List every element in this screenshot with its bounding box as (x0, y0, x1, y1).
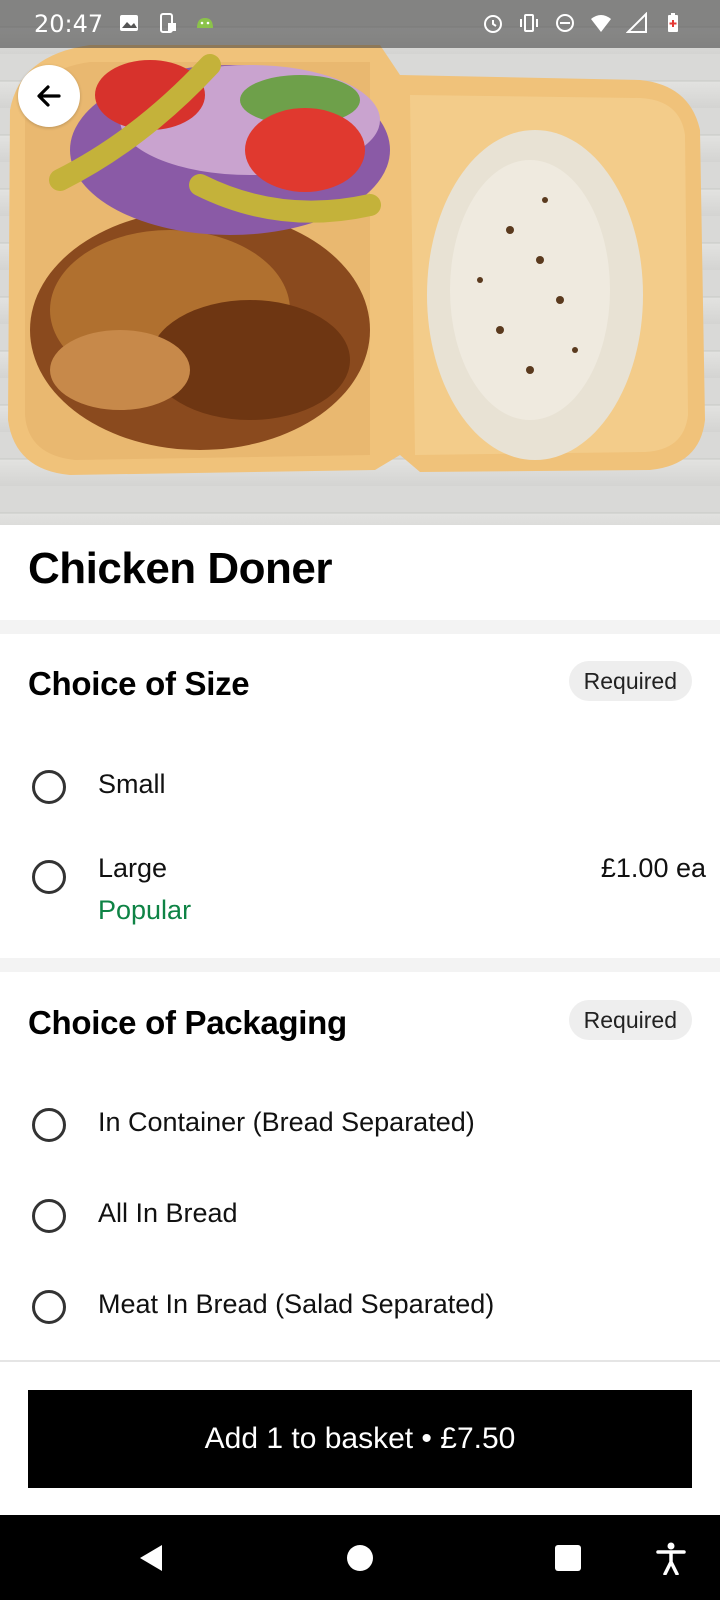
vibrate-icon (520, 14, 538, 32)
radio-button[interactable] (32, 1108, 66, 1142)
nav-back-icon[interactable] (134, 1541, 168, 1575)
back-button[interactable] (18, 65, 80, 127)
signal-icon (626, 12, 647, 33)
radio-button[interactable] (32, 770, 66, 804)
option-all-in-bread[interactable]: All In Bread (0, 1181, 720, 1251)
add-to-basket-button[interactable]: Add 1 to basket • £7.50 (28, 1390, 692, 1488)
radio-button[interactable] (32, 1290, 66, 1324)
status-bar: 20:47 (0, 0, 720, 48)
option-meat-in-bread[interactable]: Meat In Bread (Salad Separated) (0, 1272, 720, 1342)
option-large[interactable]: Large Popular £1.00 ea (0, 840, 720, 930)
section-title-size: Choice of Size (28, 665, 250, 702)
radio-button[interactable] (32, 860, 66, 894)
option-label: Meat In Bread (Salad Separated) (98, 1289, 495, 1319)
section-title-packaging: Choice of Packaging (28, 1004, 347, 1041)
option-small[interactable]: Small (0, 755, 720, 825)
item-title: Chicken Doner (28, 544, 333, 593)
alarm-icon (484, 15, 502, 33)
wifi-icon (591, 15, 611, 32)
required-badge: Required (568, 1000, 692, 1040)
radio-button[interactable] (32, 1199, 66, 1233)
accessibility-icon[interactable] (654, 1541, 688, 1575)
nav-home-icon[interactable] (343, 1541, 377, 1575)
required-badge: Required (568, 661, 692, 701)
doner-box-illustration (8, 45, 705, 475)
popular-tag: Popular (98, 895, 192, 925)
battery-low-icon (668, 13, 678, 32)
screen-rotate-icon (160, 13, 176, 33)
image-icon (120, 15, 138, 31)
option-label: In Container (Bread Separated) (98, 1107, 475, 1137)
option-price: £1.00 ea (600, 853, 706, 883)
section-divider (0, 958, 720, 972)
do-not-disturb-icon (556, 14, 574, 32)
option-label: Small (98, 769, 166, 799)
option-label: Large (98, 853, 168, 883)
arrow-left-icon (37, 85, 61, 107)
section-divider (0, 620, 720, 634)
status-time: 20:47 (34, 10, 104, 38)
system-nav-bar (0, 1515, 720, 1600)
item-photo (0, 0, 720, 525)
nav-recents-icon[interactable] (551, 1541, 585, 1575)
option-label: All In Bread (98, 1198, 238, 1228)
option-in-container[interactable]: In Container (Bread Separated) (0, 1090, 720, 1160)
footer-divider (0, 1360, 720, 1362)
android-icon (197, 18, 213, 28)
